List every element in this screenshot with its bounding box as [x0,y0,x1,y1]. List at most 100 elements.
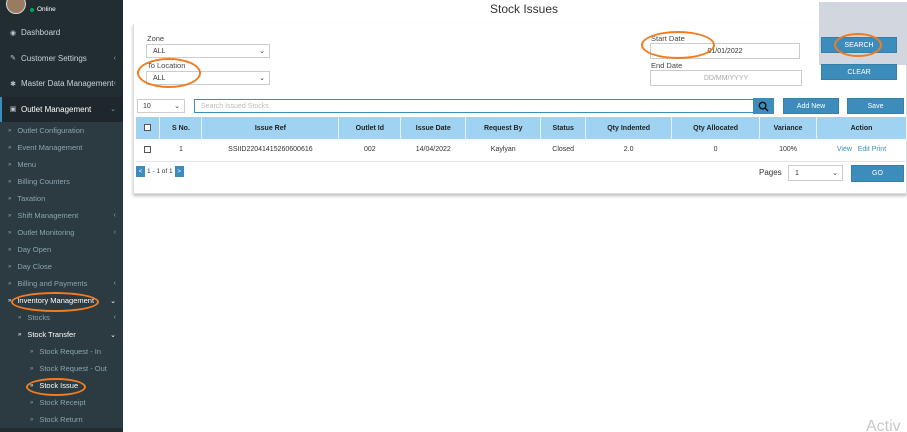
sidebar-item-outlet-configuration[interactable]: » Outlet Configuration [0,122,123,139]
zone-select[interactable]: ALL ⌄ [146,44,270,58]
double-chevron-icon: » [30,399,34,406]
sidebar-item-day-close[interactable]: » Day Close [0,258,123,275]
search-input[interactable]: Search Issued Stocks [194,99,754,113]
sidebar-item-stock-request-out[interactable]: » Stock Request - Out [0,360,123,377]
double-chevron-icon: » [18,331,22,338]
chevron-left-icon: ‹ [113,229,116,236]
cell-issue-date: 14/04/2022 [400,139,466,162]
column-header[interactable]: Request By [465,117,542,139]
select-all-cell[interactable] [136,117,161,139]
chevron-left-icon: ‹ [113,54,116,62]
end-date-label: End Date [651,61,683,70]
double-chevron-icon: » [30,348,34,355]
table-header-row: S No. Issue Ref Outlet Id Issue Date Req… [136,117,907,139]
sidebar-item-stock-return[interactable]: » Stock Return [0,411,123,428]
save-button[interactable]: Save [847,98,904,114]
chevron-left-icon: ‹ [113,80,116,88]
highlight-stock-issue [26,378,86,396]
sidebar-item-stock-request-in[interactable]: » Stock Request - In [0,343,123,360]
double-chevron-icon: » [8,161,12,168]
column-header[interactable]: Qty Allocated [671,117,761,139]
sidebar-item-master-data[interactable]: ✱ Master Data Management ‹ [0,71,123,97]
double-chevron-icon: » [8,144,12,151]
column-header[interactable]: Outlet Id [338,117,402,139]
sidebar-item-shift-management[interactable]: » Shift Management ‹ [0,207,123,224]
search-icon [758,101,769,112]
sidebar-item-menu[interactable]: » Menu [0,156,123,173]
double-chevron-icon: » [8,127,12,134]
sidebar-item-taxation[interactable]: » Taxation [0,190,123,207]
pagination-info: 1 - 1 of 1 [147,168,173,175]
add-new-button[interactable]: Add New [783,98,839,114]
column-header[interactable]: Status [540,117,587,139]
table-row: 1 SSIID22041415260600616 002 14/04/2022 … [136,139,907,162]
sidebar: Online ◉ Dashboard ✎ Customer Settings ‹… [0,0,123,432]
chevron-down-icon: ⌄ [174,103,180,110]
go-button[interactable]: GO [851,165,904,182]
column-header[interactable]: Variance [759,117,817,139]
double-chevron-icon: » [8,212,12,219]
online-status: Online [30,6,56,13]
clear-button[interactable]: CLEAR [821,64,897,80]
highlight-to-location [137,58,201,88]
double-chevron-icon: » [30,416,34,423]
end-date-input[interactable]: DD/MM/YYYY [650,70,802,86]
cell-variance: 100% [759,139,817,162]
column-header[interactable]: S No. [159,117,203,139]
activation-watermark: Activ [866,418,901,432]
cell-outlet-id: 002 [338,139,401,162]
column-header[interactable]: Action [816,117,907,139]
stock-issues-table: S No. Issue Ref Outlet Id Issue Date Req… [136,117,907,162]
sidebar-item-day-open[interactable]: » Day Open [0,241,123,258]
chevron-left-icon: ‹ [113,280,116,287]
print-link[interactable]: Print [872,146,886,153]
cell-qty-allocated: 0 [671,139,760,162]
avatar [6,0,26,14]
edit-link[interactable]: Edit [858,146,870,153]
chevron-down-icon: ⌄ [110,297,116,305]
cell-issue-ref: SSIID22041415260600616 [201,139,339,162]
page-title: Stock Issues [490,2,559,16]
search-submit-button[interactable] [753,98,774,114]
page-length-select[interactable]: 10 ⌄ [137,99,185,113]
chevron-down-icon: ⌄ [110,331,116,339]
double-chevron-icon: » [8,246,12,253]
zone-label: Zone [147,34,165,43]
double-chevron-icon: » [18,314,22,321]
cell-status: Closed [540,139,586,162]
column-header[interactable]: Issue Ref [201,117,340,139]
highlight-search [834,33,882,57]
select-all-checkbox[interactable] [144,124,152,132]
dashboard-icon: ◉ [9,29,17,37]
prev-page-button[interactable]: < [136,166,145,177]
chevron-left-icon: ‹ [113,212,116,219]
pages-label: Pages [759,168,782,177]
column-header[interactable]: Issue Date [400,117,467,139]
sidebar-item-dashboard[interactable]: ◉ Dashboard [0,20,123,46]
double-chevron-icon: » [8,280,12,287]
row-checkbox[interactable] [144,146,152,154]
row-select-cell[interactable] [136,139,160,162]
next-page-button[interactable]: > [174,166,184,177]
sidebar-item-stock-receipt[interactable]: » Stock Receipt [0,394,123,411]
sidebar-item-billing-payments[interactable]: » Billing and Payments ‹ [0,275,123,292]
sidebar-item-outlet-monitoring[interactable]: » Outlet Monitoring ‹ [0,224,123,241]
cell-qty-indented: 2.0 [585,139,672,162]
double-chevron-icon: » [8,178,12,185]
highlight-inventory-management [11,292,99,312]
sidebar-item-customer-settings[interactable]: ✎ Customer Settings ‹ [0,46,123,72]
sidebar-item-stock-transfer[interactable]: » Stock Transfer ⌄ [0,326,123,343]
column-header[interactable]: Qty Indented [585,117,673,139]
chevron-down-icon: ⌄ [110,106,116,114]
cell-request-by: Kaylyan [465,139,541,162]
chevron-left-icon: ‹ [113,314,116,321]
sidebar-item-event-management[interactable]: » Event Management [0,139,123,156]
view-link[interactable]: View [837,146,852,153]
highlight-start-date [641,31,715,59]
sidebar-item-billing-counters[interactable]: » Billing Counters [0,173,123,190]
sidebar-item-outlet-management[interactable]: ▣ Outlet Management ⌄ [0,96,123,122]
page-select[interactable]: 1 ⌄ [788,165,843,181]
user-panel: Online [0,0,123,20]
cell-action: View Edit Print [816,139,907,162]
gear-icon: ✱ [10,80,16,88]
